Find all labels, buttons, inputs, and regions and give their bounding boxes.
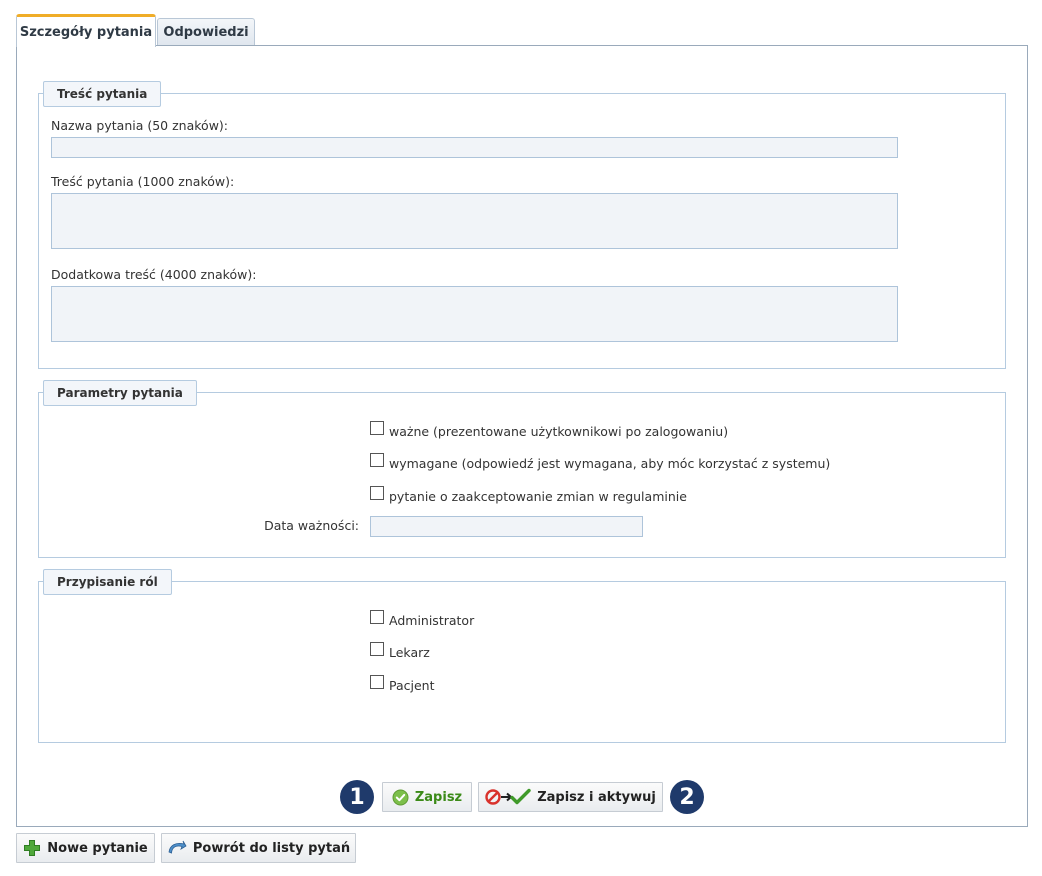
terms-checkbox-label: pytanie o zaakceptowanie zmian w regulam… xyxy=(389,489,687,504)
expiry-date-input[interactable] xyxy=(370,516,643,537)
additional-content-label: Dodatkowa treść (4000 znaków): xyxy=(51,267,257,282)
tab-question-details-label: Szczegóły pytania xyxy=(19,24,153,40)
role-row-administrator: Administrator xyxy=(370,609,475,628)
checkbox-row-terms: pytanie o zaakceptowanie zmian w regulam… xyxy=(370,485,687,504)
question-params-section: Parametry pytania ważne (prezentowane uż… xyxy=(38,380,1006,558)
green-plus-icon xyxy=(23,839,41,857)
role-row-patient: Pacjent xyxy=(370,674,435,693)
save-button[interactable]: Zapisz xyxy=(382,782,472,812)
additional-content-textarea[interactable] xyxy=(51,286,898,342)
back-to-list-button[interactable]: Powrót do listy pytań xyxy=(161,833,356,863)
new-question-button[interactable]: Nowe pytanie xyxy=(16,833,155,863)
question-name-label: Nazwa pytania (50 znaków): xyxy=(51,118,229,133)
back-to-list-label: Powrót do listy pytań xyxy=(192,840,351,856)
check-circle-icon xyxy=(392,789,409,806)
important-checkbox[interactable] xyxy=(370,420,384,435)
role-assignment-legend: Przypisanie ról xyxy=(43,569,172,595)
doctor-label: Lekarz xyxy=(389,645,430,660)
patient-checkbox[interactable] xyxy=(370,674,384,689)
save-button-label: Zapisz xyxy=(414,789,463,805)
question-text-label: Treść pytania (1000 znaków): xyxy=(51,174,235,189)
tab-question-details[interactable]: Szczegóły pytania xyxy=(16,14,156,47)
role-assignment-section: Przypisanie ról Administrator Lekarz Pac… xyxy=(38,569,1006,743)
question-content-section: Treść pytania Nazwa pytania (50 znaków):… xyxy=(38,81,1006,369)
question-content-legend: Treść pytania xyxy=(43,81,162,107)
checkbox-row-important: ważne (prezentowane użytkownikowi po zal… xyxy=(370,420,729,439)
patient-label: Pacjent xyxy=(389,678,435,693)
required-checkbox-label: wymagane (odpowiedź jest wymagana, aby m… xyxy=(389,456,831,471)
tab-answers-label: Odpowiedzi xyxy=(163,25,249,40)
required-checkbox[interactable] xyxy=(370,452,384,467)
question-text-textarea[interactable] xyxy=(51,193,898,249)
question-params-legend: Parametry pytania xyxy=(43,380,197,406)
role-row-doctor: Lekarz xyxy=(370,641,430,660)
main-panel: Treść pytania Nazwa pytania (50 znaków):… xyxy=(16,45,1028,827)
tab-answers[interactable]: Odpowiedzi xyxy=(157,18,255,46)
save-and-activate-button[interactable]: Zapisz i aktywuj xyxy=(478,782,663,812)
new-question-label: Nowe pytanie xyxy=(47,840,148,856)
expiry-date-label: Data ważności: xyxy=(264,518,359,533)
administrator-label: Administrator xyxy=(389,613,475,628)
step-badge-2: 2 xyxy=(670,780,704,814)
administrator-checkbox[interactable] xyxy=(370,609,384,624)
doctor-checkbox[interactable] xyxy=(370,641,384,656)
save-and-activate-label: Zapisz i aktywuj xyxy=(537,789,656,805)
terms-checkbox[interactable] xyxy=(370,485,384,500)
step-badge-1: 1 xyxy=(340,780,374,814)
question-name-input[interactable] xyxy=(51,137,898,158)
checkbox-row-required: wymagane (odpowiedź jest wymagana, aby m… xyxy=(370,452,831,471)
important-checkbox-label: ważne (prezentowane użytkownikowi po zal… xyxy=(389,424,729,439)
back-arrow-icon xyxy=(167,840,187,856)
block-arrow-check-icon xyxy=(485,788,531,806)
